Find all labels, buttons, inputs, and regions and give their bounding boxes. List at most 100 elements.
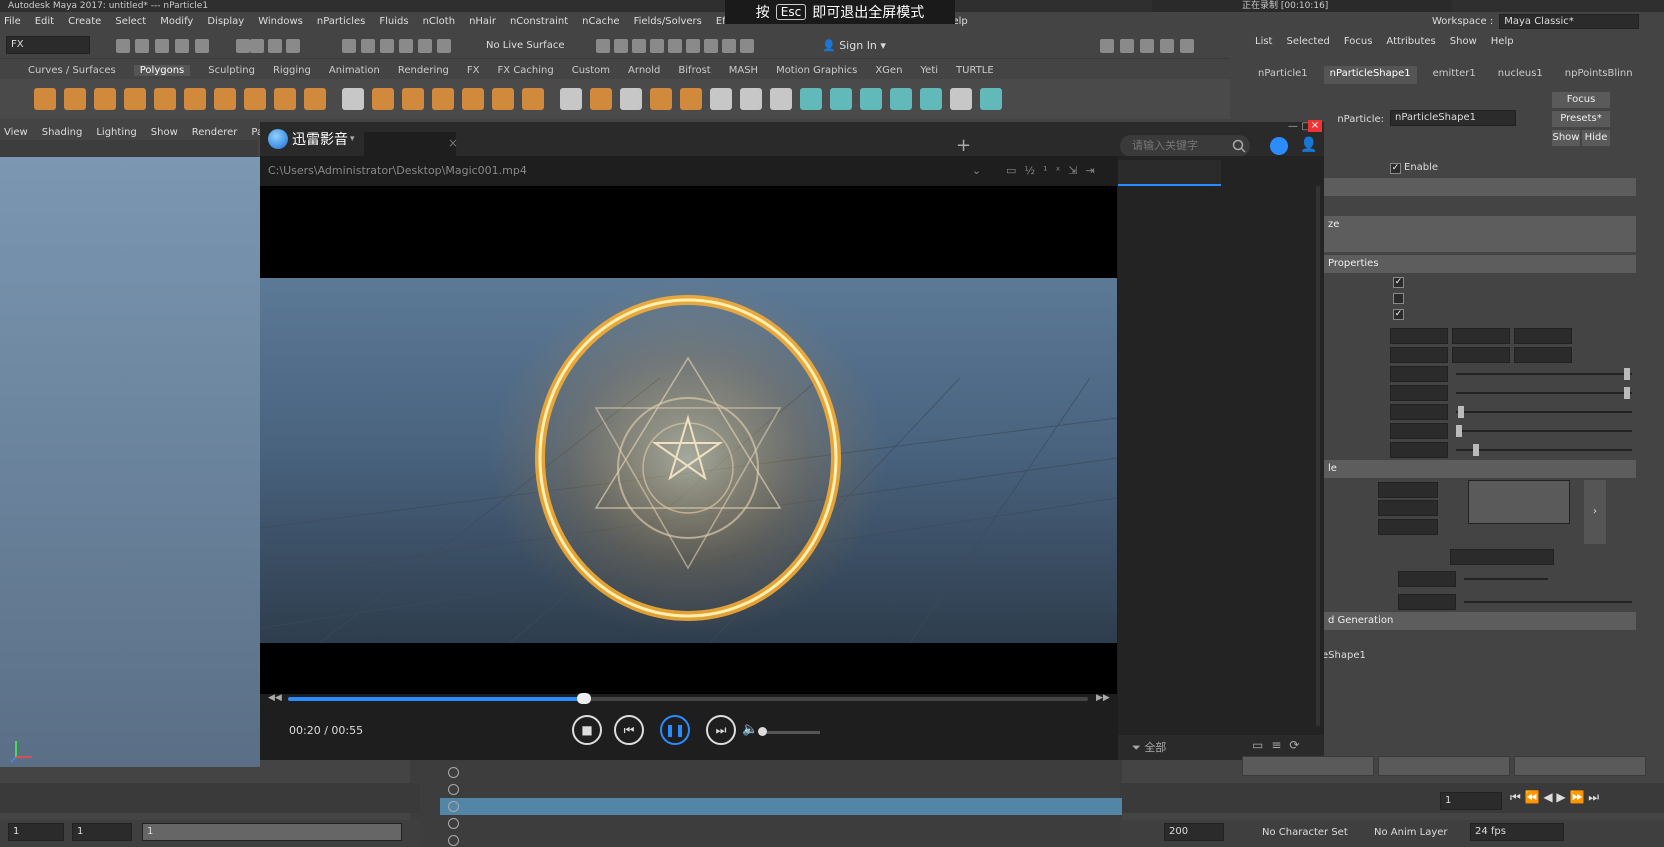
menu-modify[interactable]: Modify	[160, 16, 193, 27]
tab-close-icon[interactable]: ×	[448, 136, 458, 150]
player-tab[interactable]	[654, 132, 754, 156]
checkbox-ignore-solver-gravity[interactable]: ✓	[1393, 309, 1404, 320]
node-name-field[interactable]: nParticleShape1	[1390, 110, 1516, 126]
shelf-tab-custom[interactable]: Custom	[572, 65, 610, 76]
workspace-selector[interactable]: Workspace : Maya Classic*	[1432, 14, 1642, 30]
player-tab[interactable]	[762, 132, 842, 156]
local-wind-field[interactable]	[1390, 347, 1448, 363]
end-frame-field[interactable]: 200	[1164, 823, 1224, 841]
section-dynamic-properties[interactable]: Properties	[1322, 255, 1636, 273]
ae-tab-nucleus1[interactable]: nucleus1	[1492, 66, 1549, 84]
conserve-slider-handle[interactable]	[1624, 387, 1631, 399]
status-tool-icon[interactable]	[650, 39, 664, 53]
shelf-tab-turtle[interactable]: TURTLE	[956, 65, 994, 76]
playlist-tools[interactable]: ▭≡⟳	[1252, 738, 1307, 752]
player-tab[interactable]	[566, 132, 644, 156]
ae-menu-list[interactable]: List	[1255, 36, 1272, 52]
next-button[interactable]: ⏭	[706, 715, 736, 745]
status-tool-icon[interactable]	[380, 39, 394, 53]
menu-fluids[interactable]: Fluids	[379, 16, 408, 27]
shelf-tab-arnold[interactable]: Arnold	[628, 65, 660, 76]
filter-all-label[interactable]: 全部	[1144, 741, 1166, 754]
outliner-item[interactable]	[440, 781, 1122, 798]
pause-button[interactable]: ❚❚	[660, 715, 690, 745]
shelf-tool-icon[interactable]	[740, 88, 762, 110]
shelf-tab-rigging[interactable]: Rigging	[273, 65, 311, 76]
shelf-tool-icon[interactable]	[860, 88, 882, 110]
playlist-item[interactable]	[1130, 488, 1316, 512]
player-search-input[interactable]: 请输入关键字	[1120, 135, 1250, 157]
section-collapsed-2[interactable]	[1322, 234, 1636, 252]
checkbox-ignore-solver-wind[interactable]	[1393, 293, 1404, 304]
shelf-tool-icon[interactable]	[402, 88, 424, 110]
history-icon[interactable]	[1270, 137, 1288, 155]
drag-slider[interactable]	[1456, 411, 1632, 413]
checkbox-forces-in-world[interactable]: ✓	[1393, 277, 1404, 288]
shelf-tool-icon[interactable]	[124, 88, 146, 110]
status-tool-icon[interactable]	[1140, 39, 1154, 53]
status-tool-icon[interactable]	[668, 39, 682, 53]
playlist-item[interactable]	[1130, 611, 1316, 635]
character-set-select[interactable]: No Character Set	[1262, 827, 1348, 838]
anim-layer-select[interactable]: No Anim Layer	[1374, 827, 1448, 838]
live-surface-field[interactable]: No Live Surface	[486, 38, 576, 54]
mass-slider-handle[interactable]	[1473, 444, 1479, 456]
input-max-slider[interactable]	[1464, 578, 1548, 580]
status-tool-icon[interactable]	[175, 39, 189, 53]
status-tool-icon[interactable]	[418, 39, 432, 53]
local-force-field[interactable]	[1514, 328, 1572, 344]
shelf-tool-icon[interactable]	[980, 88, 1002, 110]
hide-button[interactable]: Hide	[1582, 130, 1610, 146]
menu-nparticles[interactable]: nParticles	[317, 16, 366, 27]
status-tool-icon[interactable]	[632, 39, 646, 53]
menu-edit[interactable]: Edit	[35, 16, 54, 27]
shelf-tool-icon[interactable]	[184, 88, 206, 110]
menu-windows[interactable]: Windows	[258, 16, 303, 27]
conserve-slider[interactable]	[1456, 392, 1632, 394]
viewport-menu-shading[interactable]: Shading	[42, 127, 83, 138]
ramp-graph[interactable]	[1468, 480, 1570, 524]
playlist-item[interactable]	[1130, 415, 1316, 439]
playlist-item[interactable]	[1130, 635, 1316, 659]
shelf-tab-animation[interactable]: Animation	[329, 65, 380, 76]
shelf-tool-icon[interactable]	[830, 88, 852, 110]
interpolation-field[interactable]	[1378, 519, 1438, 535]
shelf-tab-rendering[interactable]: Rendering	[398, 65, 449, 76]
time-slider[interactable]	[0, 783, 420, 813]
status-tool-icon[interactable]	[399, 39, 413, 53]
menu-display[interactable]: Display	[207, 16, 244, 27]
viewport-menu-view[interactable]: View	[4, 127, 28, 138]
player-tab[interactable]	[850, 132, 944, 156]
player-tab[interactable]	[364, 132, 456, 156]
status-tool-icon[interactable]	[342, 39, 356, 53]
status-tool-icon[interactable]	[250, 39, 264, 53]
playlist-tab[interactable]	[1118, 160, 1221, 186]
shelf-tool-icon[interactable]	[462, 88, 484, 110]
status-tool-icon[interactable]	[614, 39, 628, 53]
section-generation[interactable]: d Generation	[1322, 612, 1636, 630]
close-icon[interactable]: ×	[1308, 120, 1322, 132]
current-frame-field[interactable]: 1	[1440, 792, 1502, 810]
path-tools[interactable]: ▭½¹ˣ⇲⇥	[1006, 164, 1103, 177]
ae-menu-attributes[interactable]: Attributes	[1386, 36, 1435, 52]
playlist-item[interactable]	[1130, 268, 1316, 292]
local-force-field[interactable]	[1452, 328, 1510, 344]
shelf-tool-icon[interactable]	[154, 88, 176, 110]
user-icon[interactable]: 👤	[1300, 137, 1317, 153]
volume-icon[interactable]: 🔈	[742, 722, 758, 737]
menu-set-select[interactable]: FX	[6, 36, 90, 54]
shelf-tool-icon[interactable]	[342, 88, 364, 110]
menu-nhair[interactable]: nHair	[469, 16, 496, 27]
playback-controls[interactable]: ⏮ ⏪ ◀ ▶ ⏩ ⏭	[1510, 790, 1660, 808]
status-tool-icon[interactable]	[361, 39, 375, 53]
search-icon[interactable]	[1232, 139, 1246, 153]
playlist-item[interactable]	[1130, 562, 1316, 586]
new-tab-icon[interactable]: +	[956, 135, 971, 156]
shelf-tab-mash[interactable]: MASH	[729, 65, 758, 76]
path-dropdown-icon[interactable]: ⌄	[972, 164, 981, 177]
status-tool-icon[interactable]	[116, 39, 130, 53]
range-start-field[interactable]: 1	[72, 823, 132, 841]
input-max-field[interactable]	[1398, 571, 1456, 587]
playlist-item[interactable]	[1130, 341, 1316, 365]
playlist-scrollbar[interactable]	[1316, 186, 1320, 726]
